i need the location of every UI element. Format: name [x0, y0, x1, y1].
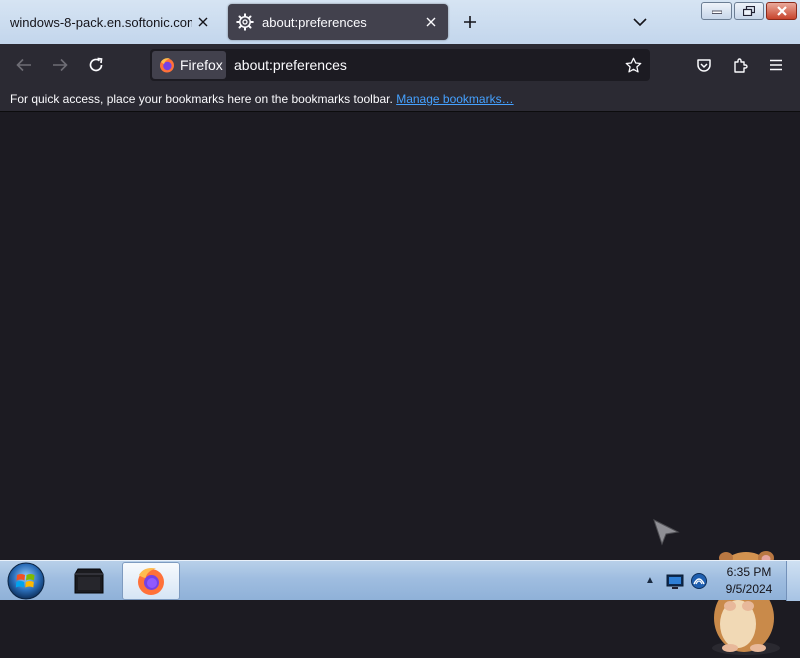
back-button[interactable] [10, 51, 38, 79]
gear-icon [236, 13, 254, 31]
bookmarks-toolbar: For quick access, place your bookmarks h… [0, 86, 800, 112]
start-button[interactable] [6, 562, 46, 600]
forward-arrow-icon [53, 58, 68, 72]
tab-close-button[interactable] [420, 11, 442, 33]
tab-softonic[interactable]: windows-8-pack.en.softonic.com/ [0, 4, 220, 40]
identity-label: Firefox [180, 57, 223, 73]
show-desktop-button[interactable] [786, 561, 800, 601]
network-icon[interactable] [690, 572, 708, 590]
list-all-tabs-button[interactable] [626, 8, 654, 36]
firefox-logo-icon [160, 58, 174, 73]
minimize-button[interactable] [701, 2, 732, 20]
system-clock[interactable]: 6:35 PM 9/5/2024 [716, 564, 782, 598]
tab-title: windows-8-pack.en.softonic.com/ [10, 14, 192, 30]
extensions-icon [733, 57, 748, 73]
clock-date: 9/5/2024 [725, 582, 773, 596]
plus-icon [464, 16, 476, 28]
bookmark-star-button[interactable] [620, 52, 646, 78]
reload-button[interactable] [82, 51, 110, 79]
close-window-button[interactable] [766, 2, 797, 20]
tab-title: about:preferences [262, 14, 367, 30]
minimize-icon [711, 10, 722, 14]
taskbar-item-firefox[interactable] [122, 562, 180, 600]
firefox-logo-icon [138, 567, 164, 595]
url-input[interactable]: about:preferences [234, 57, 347, 73]
page-content [0, 112, 800, 655]
pocket-button[interactable] [690, 51, 718, 79]
display-icon[interactable] [666, 572, 684, 590]
menu-icon [770, 59, 782, 71]
close-icon [776, 6, 787, 16]
star-icon [625, 57, 641, 73]
new-tab-button[interactable] [456, 8, 484, 36]
identity-box[interactable]: Firefox [152, 51, 226, 79]
back-arrow-icon [16, 58, 31, 72]
reload-icon [89, 57, 103, 72]
forward-button[interactable] [46, 51, 74, 79]
extensions-button[interactable] [726, 51, 754, 79]
mouse-pointer-icon [653, 519, 680, 546]
bookmarks-empty-message: For quick access, place your bookmarks h… [10, 92, 393, 106]
show-hidden-icons-button[interactable]: ▲ [643, 573, 657, 587]
taskbar-item-explorer[interactable] [60, 562, 118, 600]
chevron-down-icon [633, 18, 647, 27]
pocket-icon [697, 59, 711, 72]
tab-close-button[interactable] [192, 11, 214, 33]
restore-button[interactable] [734, 2, 764, 20]
clock-time: 6:35 PM [726, 565, 772, 579]
app-menu-button[interactable] [762, 51, 790, 79]
tab-strip: windows-8-pack.en.softonic.com/ about:pr… [0, 0, 800, 44]
folder-icon [74, 568, 104, 594]
manage-bookmarks-link[interactable]: Manage bookmarks… [396, 92, 513, 106]
windows-taskbar: ▲ 6:35 PM 9/5/2024 [0, 560, 800, 601]
restore-icon [743, 6, 755, 16]
tab-preferences[interactable]: about:preferences [228, 4, 448, 40]
close-icon [426, 17, 436, 27]
navigation-toolbar: Firefox about:preferences [0, 44, 800, 86]
url-bar[interactable]: Firefox about:preferences [150, 49, 650, 81]
close-icon [198, 17, 208, 27]
